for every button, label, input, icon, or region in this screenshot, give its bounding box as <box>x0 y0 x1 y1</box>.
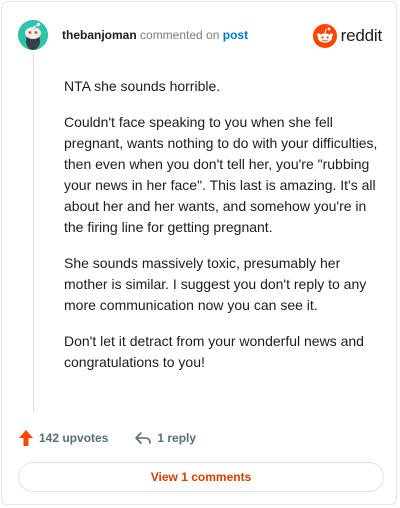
upvote-count: 142 upvotes <box>39 431 109 445</box>
comment-actions: 142 upvotes 1 reply <box>18 428 222 448</box>
upvote-button[interactable]: 142 upvotes <box>18 429 108 447</box>
upvote-arrow-icon <box>19 430 33 446</box>
snoo-avatar-icon <box>18 20 48 50</box>
reddit-brand[interactable]: reddit <box>312 23 383 49</box>
comment-card: thebanjoman commented on post reddit NTA… <box>1 1 397 505</box>
comment-paragraph: NTA she sounds horrible. <box>64 78 221 94</box>
reddit-logo-icon <box>312 24 337 48</box>
action-text: commented on <box>140 28 220 42</box>
comment-body: NTA she sounds horrible. Couldn't face s… <box>64 76 382 388</box>
comment-meta: thebanjoman commented on post <box>62 28 248 42</box>
avatar[interactable] <box>18 20 48 50</box>
brand-wordmark: reddit <box>340 26 383 45</box>
reply-button[interactable]: 1 reply <box>134 430 196 446</box>
comment-header: thebanjoman commented on post reddit <box>18 20 382 50</box>
view-comments-button[interactable]: View 1 comments <box>18 462 384 492</box>
post-link[interactable]: post <box>223 28 248 42</box>
comment-paragraph: Couldn't face speaking to you when she f… <box>64 114 378 235</box>
comment-paragraph: She sounds massively toxic, presumably h… <box>64 255 367 313</box>
reply-count: 1 reply <box>157 431 197 445</box>
comment-paragraph: Don't let it detract from your wonderful… <box>64 333 364 370</box>
thread-line <box>33 54 34 412</box>
username-link[interactable]: thebanjoman <box>62 28 137 42</box>
reply-arrow-icon <box>135 432 152 444</box>
